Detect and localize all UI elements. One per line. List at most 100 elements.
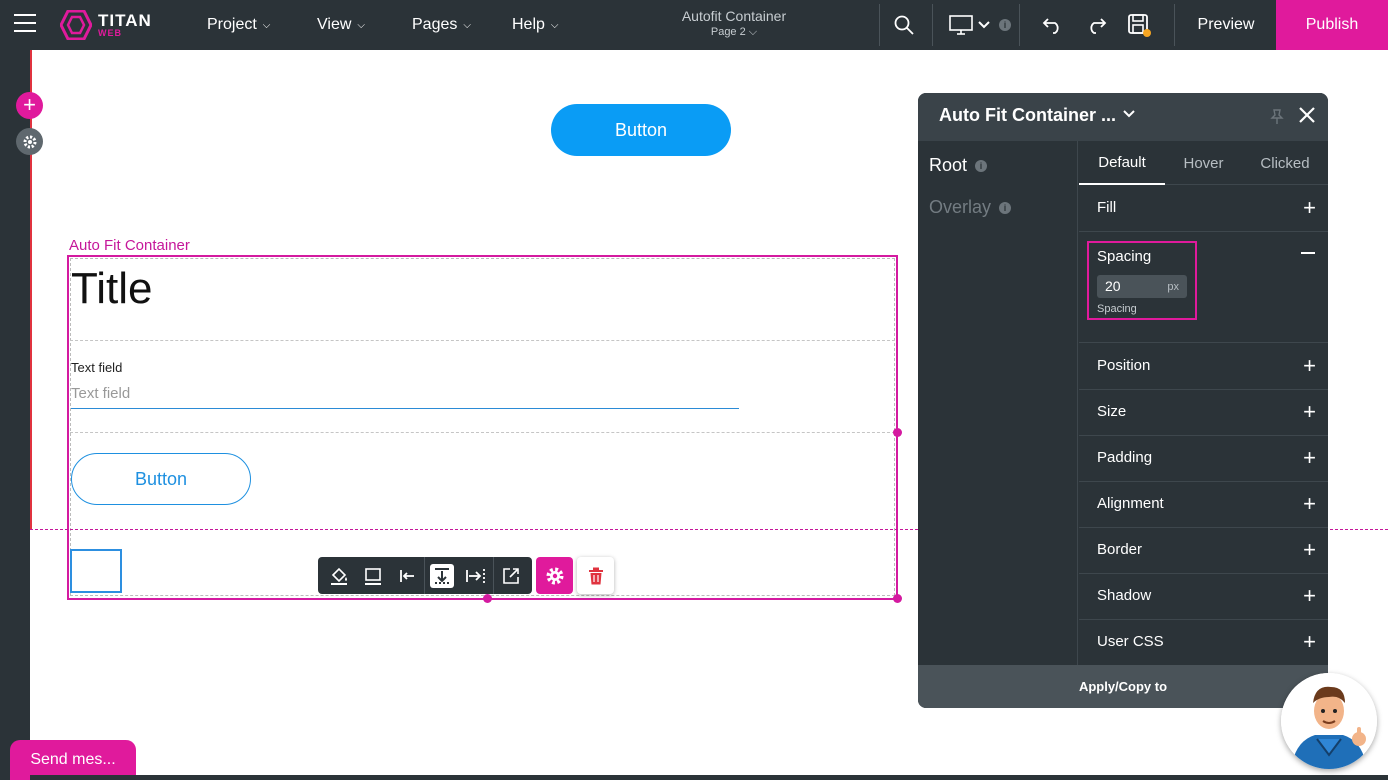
- brand-sub: WEB: [98, 28, 122, 38]
- container-label: Auto Fit Container: [69, 237, 190, 254]
- info-icon[interactable]: i: [975, 160, 988, 173]
- menu-view-label: View: [317, 16, 352, 33]
- chevron-down-icon[interactable]: [1122, 107, 1136, 126]
- panel-header: Auto Fit Container ...: [918, 93, 1328, 141]
- canvas-button-filled[interactable]: Button: [551, 104, 731, 156]
- search-icon[interactable]: [890, 0, 918, 50]
- info-icon[interactable]: i: [999, 202, 1012, 215]
- titan-logo[interactable]: TITAN WEB: [60, 9, 152, 41]
- delete-button[interactable]: [577, 557, 614, 594]
- assistant-avatar[interactable]: [1281, 673, 1377, 769]
- chevron-down-icon: ⌵: [463, 19, 471, 31]
- page-selector[interactable]: Autofit Container Page 2 ⌵: [660, 8, 808, 39]
- border-icon[interactable]: [356, 557, 390, 594]
- apply-copy-button[interactable]: Apply/Copy to: [918, 665, 1328, 708]
- titan-logo-icon: [60, 10, 92, 40]
- menu-pages[interactable]: Pages ⌵: [412, 0, 471, 50]
- text-field-label: Text field: [71, 360, 123, 375]
- plus-icon[interactable]: +: [1303, 399, 1316, 425]
- undo-icon[interactable]: [1040, 0, 1066, 50]
- page-settings-button[interactable]: [16, 128, 43, 155]
- canvas-title[interactable]: Title: [71, 264, 153, 314]
- plus-icon[interactable]: +: [1303, 353, 1316, 379]
- close-icon[interactable]: [1298, 106, 1316, 129]
- send-message-button[interactable]: Send mes...: [10, 740, 136, 780]
- chevron-down-icon: ⌵: [357, 19, 365, 31]
- plus-icon[interactable]: +: [1303, 491, 1316, 517]
- menu-project[interactable]: Project ⌵: [207, 0, 270, 50]
- fit-width-icon[interactable]: [459, 557, 493, 594]
- gear-icon: [546, 567, 563, 584]
- prop-row-alignment[interactable]: Alignment +: [1079, 482, 1328, 528]
- menu-project-label: Project: [207, 16, 257, 33]
- tab-default[interactable]: Default: [1079, 141, 1165, 185]
- resize-handle[interactable]: [893, 428, 902, 437]
- left-sidebar: [0, 50, 30, 780]
- menu-pages-label: Pages: [412, 16, 458, 33]
- prop-row-border[interactable]: Border +: [1079, 528, 1328, 574]
- info-icon[interactable]: i: [998, 0, 1012, 50]
- align-left-icon[interactable]: [390, 557, 424, 594]
- save-icon[interactable]: [1126, 0, 1152, 50]
- chevron-down-icon: ⌵: [262, 19, 271, 31]
- divider: [1019, 4, 1020, 46]
- divider: [1174, 4, 1175, 46]
- prop-label: Alignment: [1097, 495, 1164, 512]
- resize-handle[interactable]: [893, 594, 902, 603]
- divider: [879, 4, 880, 46]
- spacing-input[interactable]: 20 px: [1097, 275, 1187, 298]
- side-item-root[interactable]: Root i: [929, 155, 988, 176]
- plus-icon[interactable]: +: [1303, 195, 1316, 221]
- side-item-label: Overlay: [929, 197, 992, 217]
- prop-row-size[interactable]: Size +: [1079, 390, 1328, 436]
- canvas-button-outline[interactable]: Button: [71, 453, 251, 505]
- plus-icon[interactable]: +: [1303, 537, 1316, 563]
- pin-icon[interactable]: [1270, 109, 1284, 130]
- plus-icon[interactable]: +: [1303, 629, 1316, 655]
- canvas-empty-box[interactable]: [70, 549, 122, 593]
- menu-view[interactable]: View ⌵: [317, 0, 365, 50]
- plus-icon[interactable]: +: [1303, 583, 1316, 609]
- spacing-title: Spacing: [1097, 248, 1152, 265]
- prop-row-fill[interactable]: Fill +: [1079, 186, 1328, 232]
- preview-button[interactable]: Preview: [1176, 0, 1276, 50]
- prop-label: Border: [1097, 541, 1143, 558]
- menu-help[interactable]: Help ⌵: [512, 0, 559, 50]
- panel-side-nav: Root i Overlay i: [918, 141, 1078, 665]
- prop-row-position[interactable]: Position +: [1079, 344, 1328, 390]
- chevron-down-icon: ⌵: [550, 19, 559, 31]
- prop-row-shadow[interactable]: Shadow +: [1079, 574, 1328, 620]
- mascot-icon: [1281, 673, 1377, 769]
- hamburger-menu-icon[interactable]: [14, 14, 36, 34]
- prop-label: Padding: [1097, 449, 1153, 466]
- device-selector[interactable]: [946, 0, 994, 50]
- bottom-edge: [30, 775, 1388, 780]
- prop-label: Shadow: [1097, 587, 1152, 604]
- tab-hover[interactable]: Hover: [1165, 141, 1242, 185]
- chevron-down-icon: [978, 21, 990, 29]
- prop-label: User CSS: [1097, 633, 1164, 650]
- tab-clicked[interactable]: Clicked: [1242, 141, 1328, 185]
- prop-row-user-css[interactable]: User CSS +: [1079, 620, 1328, 666]
- collapse-minus-icon[interactable]: [1301, 252, 1315, 254]
- plus-icon[interactable]: +: [1303, 445, 1316, 471]
- redo-icon[interactable]: [1083, 0, 1109, 50]
- resize-handle[interactable]: [483, 594, 492, 603]
- fit-height-icon[interactable]: [425, 557, 459, 594]
- container-inner-outline: [70, 258, 895, 596]
- element-settings-button[interactable]: [536, 557, 573, 594]
- menu-help-label: Help: [512, 16, 545, 33]
- prop-row-padding[interactable]: Padding +: [1079, 436, 1328, 482]
- text-field-input[interactable]: Text field: [71, 383, 739, 409]
- element-toolbar: [318, 557, 614, 594]
- open-external-icon[interactable]: [494, 557, 528, 594]
- prop-label: Position: [1097, 357, 1151, 374]
- top-bar: TITAN WEB Project ⌵ View ⌵ Pages ⌵ Help ⌵ Au…: [0, 0, 1388, 50]
- publish-button[interactable]: Publish: [1276, 0, 1388, 50]
- spacing-unit: px: [1167, 281, 1179, 293]
- add-element-button[interactable]: +: [16, 92, 43, 119]
- side-item-overlay[interactable]: Overlay i: [929, 197, 1012, 218]
- brand-name: TITAN: [98, 11, 152, 30]
- fill-bucket-icon[interactable]: [322, 557, 356, 594]
- properties-panel: Auto Fit Container ... Root i Overlay i De…: [918, 93, 1328, 708]
